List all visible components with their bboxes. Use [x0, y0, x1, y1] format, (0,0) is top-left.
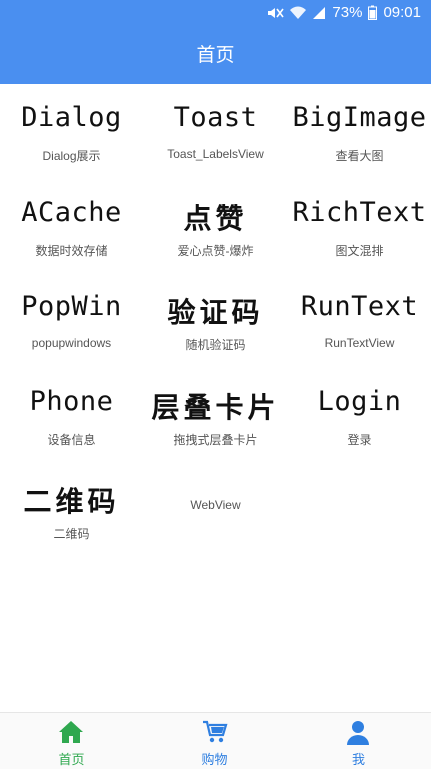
tab-label: 我: [351, 752, 365, 767]
page-title: 首页: [196, 44, 235, 66]
battery-icon: [368, 5, 378, 20]
tab-home[interactable]: 首页: [0, 713, 143, 769]
grid-item[interactable]: 二维码 二维码: [0, 462, 143, 556]
grid-item-title: 验证码: [167, 296, 264, 329]
grid-item-title: Dialog: [21, 102, 122, 133]
grid-item[interactable]: Phone 设备信息: [0, 368, 143, 462]
grid-item-label: 随机验证码: [185, 338, 246, 352]
grid-item-title: RunText: [300, 291, 419, 322]
grid-item[interactable]: 点赞爱心点赞-爆炸: [144, 179, 287, 273]
grid-item[interactable]: 验证码 随机验证码: [144, 273, 287, 367]
grid-item-label: 登录: [347, 432, 372, 447]
grid-item-title: PopWin: [21, 291, 122, 322]
grid-item-label: RunTextView: [324, 336, 395, 350]
bottom-tab-bar: 首页 购物 我: [0, 712, 431, 769]
tab-label: 购物: [201, 752, 228, 767]
status-bar: 73% 09:01: [0, 0, 431, 26]
grid-item-label: 二维码: [53, 527, 90, 541]
grid-item[interactable]: BigImage 查看大图: [288, 84, 431, 178]
grid-item-label: 拖拽式层叠卡片: [173, 432, 258, 447]
grid-item[interactable]: Login 登录: [288, 368, 431, 462]
grid-item-title: Toast: [173, 102, 258, 133]
clock: 09:01: [383, 4, 421, 21]
grid-item-label: popupwindows: [31, 336, 112, 350]
grid-item-title: 层叠卡片: [151, 390, 280, 424]
cart-icon: [203, 720, 228, 743]
grid-item-title: Phone: [29, 385, 114, 417]
grid-item[interactable]: RichText 图文混排: [288, 179, 431, 273]
grid-item[interactable]: 层叠卡片拖拽式层叠卡片: [144, 368, 287, 462]
home-icon: [59, 721, 83, 743]
mute-icon: [266, 6, 285, 20]
grid-item-label: Dialog展示: [42, 149, 101, 163]
battery-percent: 73%: [332, 4, 363, 21]
grid-item-title: BigImage: [292, 102, 427, 133]
grid-item-label: 数据时效存储: [35, 243, 108, 258]
tab-shopping[interactable]: 购物: [143, 713, 286, 769]
grid-item[interactable]: PopWin popupwindows: [0, 273, 143, 367]
tab-label: 首页: [58, 752, 85, 767]
grid-item-title: RichText: [292, 196, 427, 228]
tab-me[interactable]: 我: [287, 713, 430, 769]
grid-item[interactable]: Dialog Dialog展示: [0, 84, 143, 178]
user-icon: [347, 721, 369, 745]
grid-item-label: Toast_LabelsView: [167, 147, 264, 161]
grid-item-label: WebView: [190, 498, 241, 512]
wifi-icon: [290, 6, 307, 20]
grid-item[interactable]: RunText RunTextView: [288, 273, 431, 367]
signal-icon: [312, 6, 326, 20]
grid-item-title: ACache: [21, 196, 122, 228]
grid-item-label: 查看大图: [335, 149, 384, 163]
grid-item-title: 二维码: [23, 485, 120, 518]
grid-item-label: 爱心点赞-爆炸: [177, 243, 254, 258]
grid-item-label: 图文混排: [335, 243, 384, 258]
grid-item[interactable]: ACache 数据时效存储: [0, 179, 143, 273]
grid-item-title: Login: [317, 385, 402, 417]
grid-item[interactable]: Toast Toast_LabelsView: [144, 84, 287, 178]
app-header: 73% 09:01 首页: [0, 0, 431, 84]
grid-item[interactable]: WebView: [144, 462, 287, 556]
grid-item-title: 点赞: [183, 201, 248, 235]
grid-item-label: 设备信息: [47, 432, 96, 447]
